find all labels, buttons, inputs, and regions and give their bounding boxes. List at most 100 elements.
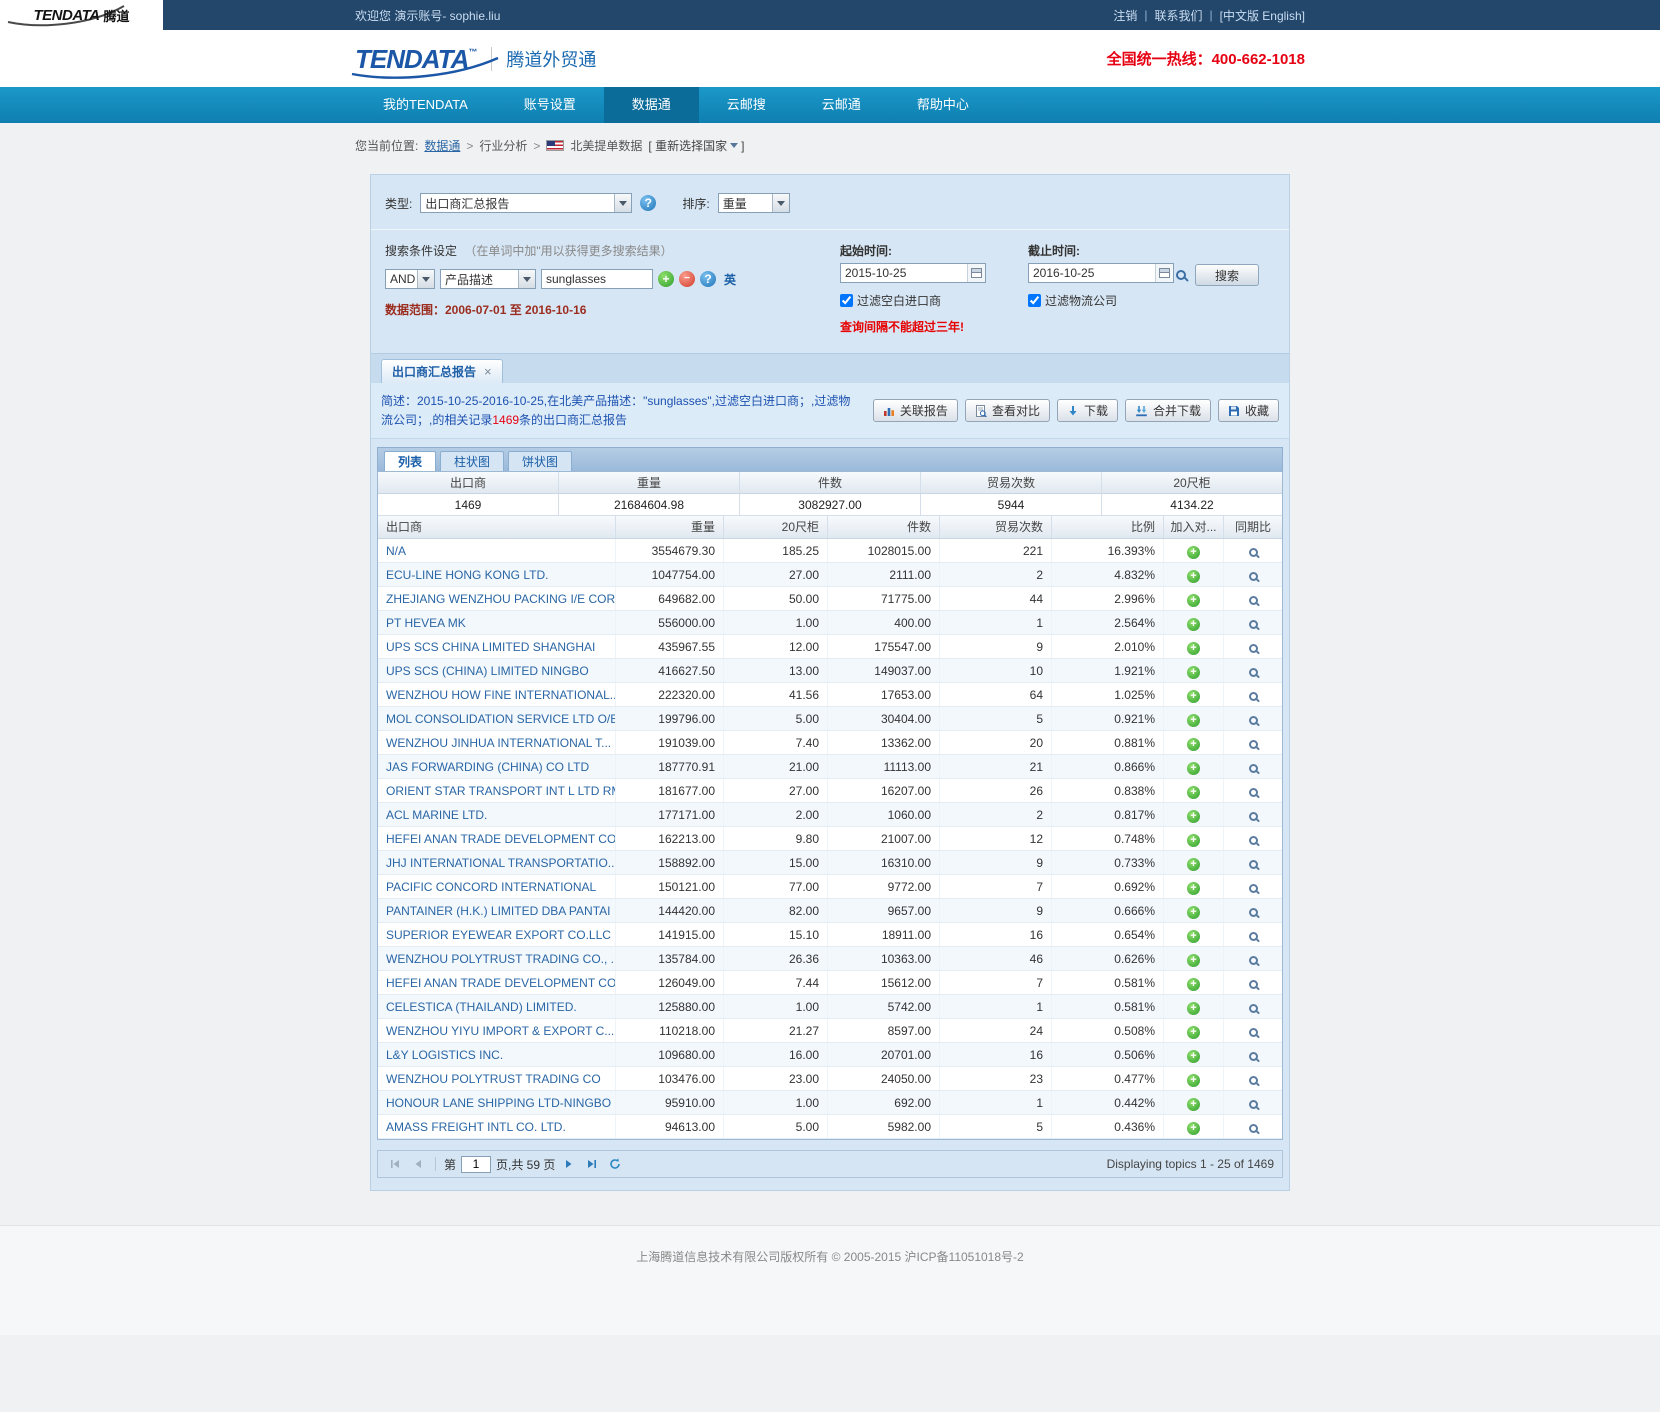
- english-toggle-link[interactable]: 英: [724, 271, 736, 288]
- add-to-compare-icon[interactable]: [1187, 954, 1200, 967]
- end-date-input[interactable]: 2016-10-25: [1028, 263, 1174, 283]
- add-to-compare-icon[interactable]: [1187, 762, 1200, 775]
- add-to-compare-icon[interactable]: [1187, 858, 1200, 871]
- exporter-name-link[interactable]: HONOUR LANE SHIPPING LTD-NINGBO: [378, 1091, 616, 1114]
- exporter-name-link[interactable]: MOL CONSOLIDATION SERVICE LTD O/B: [378, 707, 616, 730]
- exporter-name-link[interactable]: WENZHOU JINHUA INTERNATIONAL T...: [378, 731, 616, 754]
- help-icon[interactable]: [640, 195, 656, 211]
- exporter-name-link[interactable]: PANTAINER (H.K.) LIMITED DBA PANTAI: [378, 899, 616, 922]
- exporter-name-link[interactable]: CELESTICA (THAILAND) LIMITED.: [378, 995, 616, 1018]
- year-compare-magnifier-icon[interactable]: [1249, 1124, 1258, 1133]
- nav-cloud-mail[interactable]: 云邮通: [794, 87, 889, 123]
- language-link[interactable]: [中文版 English]: [1220, 7, 1305, 24]
- col-header-year-compare[interactable]: 同期比: [1224, 516, 1282, 538]
- add-to-compare-icon[interactable]: [1187, 1098, 1200, 1111]
- year-compare-magnifier-icon[interactable]: [1249, 1028, 1258, 1037]
- report-tab[interactable]: 出口商汇总报告: [381, 359, 503, 383]
- exporter-name-link[interactable]: ECU-LINE HONG KONG LTD.: [378, 563, 616, 586]
- exporter-name-link[interactable]: UPS SCS (CHINA) LIMITED NINGBO: [378, 659, 616, 682]
- exporter-name-link[interactable]: AMASS FREIGHT INTL CO. LTD.: [378, 1115, 616, 1138]
- breadcrumb-datatong-link[interactable]: 数据通: [424, 137, 460, 154]
- exporter-name-link[interactable]: L&Y LOGISTICS INC.: [378, 1043, 616, 1066]
- nav-cloud-mail-search[interactable]: 云邮搜: [699, 87, 794, 123]
- add-to-compare-icon[interactable]: [1187, 666, 1200, 679]
- download-button[interactable]: 下载: [1057, 399, 1118, 422]
- exporter-name-link[interactable]: ACL MARINE LTD.: [378, 803, 616, 826]
- close-icon[interactable]: [484, 364, 492, 379]
- year-compare-magnifier-icon[interactable]: [1249, 1052, 1258, 1061]
- tendata-logo[interactable]: TENDATA ™: [355, 46, 477, 72]
- add-to-compare-icon[interactable]: [1187, 738, 1200, 751]
- year-compare-magnifier-icon[interactable]: [1249, 860, 1258, 869]
- year-compare-magnifier-icon[interactable]: [1249, 740, 1258, 749]
- view-compare-button[interactable]: 查看对比: [965, 399, 1050, 422]
- year-compare-magnifier-icon[interactable]: [1249, 812, 1258, 821]
- year-compare-magnifier-icon[interactable]: [1249, 956, 1258, 965]
- year-compare-magnifier-icon[interactable]: [1249, 908, 1258, 917]
- reselect-country-link[interactable]: [ 重新选择国家]: [648, 137, 744, 154]
- nav-my-tendata[interactable]: 我的TENDATA: [355, 87, 496, 123]
- add-to-compare-icon[interactable]: [1187, 546, 1200, 559]
- year-compare-magnifier-icon[interactable]: [1249, 644, 1258, 653]
- first-page-button[interactable]: [386, 1155, 404, 1173]
- add-to-compare-icon[interactable]: [1187, 810, 1200, 823]
- keyword-input[interactable]: [541, 269, 653, 289]
- merge-download-button[interactable]: 合并下载: [1125, 399, 1211, 422]
- add-to-compare-icon[interactable]: [1187, 618, 1200, 631]
- year-compare-magnifier-icon[interactable]: [1249, 1100, 1258, 1109]
- year-compare-magnifier-icon[interactable]: [1249, 572, 1258, 581]
- year-compare-magnifier-icon[interactable]: [1249, 788, 1258, 797]
- add-to-compare-icon[interactable]: [1187, 570, 1200, 583]
- year-compare-magnifier-icon[interactable]: [1249, 716, 1258, 725]
- col-header-teu[interactable]: 20尺柜: [724, 516, 828, 538]
- year-compare-magnifier-icon[interactable]: [1249, 596, 1258, 605]
- col-header-trades[interactable]: 贸易次数: [940, 516, 1052, 538]
- add-to-compare-icon[interactable]: [1187, 906, 1200, 919]
- help-icon[interactable]: [700, 271, 716, 287]
- col-header-exporter[interactable]: 出口商: [378, 516, 616, 538]
- year-compare-magnifier-icon[interactable]: [1249, 764, 1258, 773]
- exporter-name-link[interactable]: WENZHOU POLYTRUST TRADING CO: [378, 1067, 616, 1090]
- exporter-name-link[interactable]: SUPERIOR EYEWEAR EXPORT CO.LLC: [378, 923, 616, 946]
- exporter-name-link[interactable]: ORIENT STAR TRANSPORT INT L LTD RM: [378, 779, 616, 802]
- exporter-name-link[interactable]: HEFEI ANAN TRADE DEVELOPMENT CO...: [378, 971, 616, 994]
- year-compare-magnifier-icon[interactable]: [1249, 932, 1258, 941]
- tendata-logo-small[interactable]: TENDATA 腾道: [0, 0, 163, 30]
- add-to-compare-icon[interactable]: [1187, 690, 1200, 703]
- calendar-icon[interactable]: [967, 264, 985, 282]
- filter-logistics-checkbox[interactable]: [1028, 294, 1041, 307]
- exporter-name-link[interactable]: PACIFIC CONCORD INTERNATIONAL: [378, 875, 616, 898]
- exporter-name-link[interactable]: UPS SCS CHINA LIMITED SHANGHAI: [378, 635, 616, 658]
- favorite-button[interactable]: 收藏: [1218, 399, 1279, 422]
- search-button[interactable]: 搜索: [1195, 264, 1259, 286]
- filter-logistics-option[interactable]: 过滤物流公司: [1028, 292, 1117, 309]
- prev-page-button[interactable]: [409, 1155, 427, 1173]
- exporter-name-link[interactable]: PT HEVEA MK: [378, 611, 616, 634]
- add-to-compare-icon[interactable]: [1187, 978, 1200, 991]
- refresh-button[interactable]: [606, 1155, 624, 1173]
- col-header-weight[interactable]: 重量: [616, 516, 724, 538]
- filter-blank-importer-checkbox[interactable]: [840, 294, 853, 307]
- last-page-button[interactable]: [583, 1155, 601, 1173]
- add-to-compare-icon[interactable]: [1187, 1122, 1200, 1135]
- year-compare-magnifier-icon[interactable]: [1249, 836, 1258, 845]
- exporter-name-link[interactable]: JAS FORWARDING (CHINA) CO LTD: [378, 755, 616, 778]
- col-header-ratio[interactable]: 比例: [1052, 516, 1164, 538]
- add-to-compare-icon[interactable]: [1187, 714, 1200, 727]
- add-to-compare-icon[interactable]: [1187, 786, 1200, 799]
- calendar-icon[interactable]: [1155, 264, 1173, 282]
- add-to-compare-icon[interactable]: [1187, 882, 1200, 895]
- year-compare-magnifier-icon[interactable]: [1249, 668, 1258, 677]
- contact-link[interactable]: 联系我们: [1154, 7, 1202, 24]
- nav-account-settings[interactable]: 账号设置: [496, 87, 604, 123]
- col-header-add-compare[interactable]: 加入对...: [1164, 516, 1224, 538]
- add-to-compare-icon[interactable]: [1187, 1074, 1200, 1087]
- filter-blank-importer-option[interactable]: 过滤空白进口商: [840, 292, 1028, 309]
- exporter-name-link[interactable]: WENZHOU HOW FINE INTERNATIONAL...: [378, 683, 616, 706]
- remove-condition-icon[interactable]: [679, 271, 695, 287]
- next-page-button[interactable]: [560, 1155, 578, 1173]
- start-date-input[interactable]: 2015-10-25: [840, 263, 986, 283]
- add-to-compare-icon[interactable]: [1187, 1002, 1200, 1015]
- search-field-select[interactable]: 产品描述: [440, 269, 536, 289]
- exporter-name-link[interactable]: WENZHOU POLYTRUST TRADING CO., ...: [378, 947, 616, 970]
